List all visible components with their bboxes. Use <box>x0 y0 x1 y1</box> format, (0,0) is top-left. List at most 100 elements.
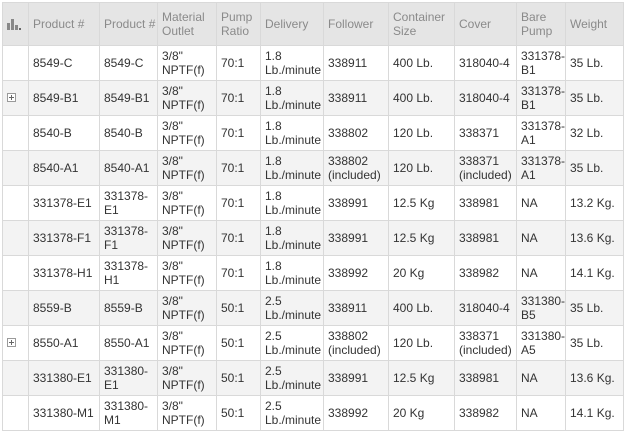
row-control-cell <box>2 395 29 431</box>
cell-cover: 338982 <box>454 395 517 431</box>
expand-plus-icon[interactable] <box>7 338 16 347</box>
table-row[interactable]: 8549-C 8549-C 3/8" NPTF(f) 70:1 1.8 Lb./minu… <box>2 45 624 81</box>
cell-container-size: 120 Lb. <box>388 150 455 186</box>
cell-product-number-2: 8549-B1 <box>99 80 158 116</box>
col-header-product-number-2[interactable]: Product # <box>99 2 158 46</box>
cell-product-number-2: 331378-E1 <box>99 185 158 221</box>
cell-container-size: 12.5 Kg <box>388 360 455 396</box>
cell-delivery: 2.5 Lb./minute <box>260 325 324 361</box>
table-row[interactable]: 331380-M1 331380-M1 3/8" NPTF(f) 50:1 2.5 Lb… <box>2 395 624 431</box>
cell-weight: 35 Lb. <box>565 45 624 81</box>
cell-follower: 338992 <box>323 395 389 431</box>
cell-cover: 338371 (included) <box>454 150 517 186</box>
cell-product-number: 331378-E1 <box>28 185 100 221</box>
cell-material-outlet: 3/8" NPTF(f) <box>157 150 217 186</box>
cell-follower: 338992 <box>323 255 389 291</box>
col-header-material-outlet[interactable]: Material Outlet <box>157 2 217 46</box>
cell-pump-ratio: 70:1 <box>216 185 261 221</box>
cell-material-outlet: 3/8" NPTF(f) <box>157 220 217 256</box>
cell-product-number-2: 331380-E1 <box>99 360 158 396</box>
row-control-cell <box>2 360 29 396</box>
cell-cover: 338371 <box>454 115 517 151</box>
cell-pump-ratio: 70:1 <box>216 80 261 116</box>
cell-delivery: 1.8 Lb./minute <box>260 115 324 151</box>
cell-cover: 318040-4 <box>454 80 517 116</box>
row-control-cell <box>2 185 29 221</box>
cell-container-size: 400 Lb. <box>388 290 455 326</box>
cell-follower: 338802 <box>323 115 389 151</box>
cell-bare-pump: 331378-A1 <box>516 115 566 151</box>
cell-product-number: 331378-H1 <box>28 255 100 291</box>
cell-bare-pump: NA <box>516 185 566 221</box>
col-header-cover[interactable]: Cover <box>454 2 517 46</box>
cell-product-number: 8549-C <box>28 45 100 81</box>
cell-cover: 338981 <box>454 220 517 256</box>
col-header-weight[interactable]: Weight <box>565 2 624 46</box>
cell-product-number: 8540-B <box>28 115 100 151</box>
col-header-container-size[interactable]: Container Size <box>388 2 455 46</box>
col-header-follower[interactable]: Follower <box>323 2 389 46</box>
col-header-delivery[interactable]: Delivery <box>260 2 324 46</box>
cell-pump-ratio: 70:1 <box>216 255 261 291</box>
cell-cover: 318040-4 <box>454 45 517 81</box>
table-row[interactable]: 331378-F1 331378-F1 3/8" NPTF(f) 70:1 1.8 Lb… <box>2 220 624 256</box>
cell-product-number: 8559-B <box>28 290 100 326</box>
cell-cover: 338981 <box>454 360 517 396</box>
cell-pump-ratio: 70:1 <box>216 115 261 151</box>
row-control-cell[interactable] <box>2 80 29 116</box>
table-row[interactable]: 8540-B 8540-B 3/8" NPTF(f) 70:1 1.8 Lb./minu… <box>2 115 624 151</box>
cell-product-number-2: 8559-B <box>99 290 158 326</box>
cell-material-outlet: 3/8" NPTF(f) <box>157 115 217 151</box>
cell-bare-pump: NA <box>516 220 566 256</box>
col-header-product-number[interactable]: Product # <box>28 2 100 46</box>
col-header-pump-ratio[interactable]: Pump Ratio <box>216 2 261 46</box>
row-control-cell <box>2 115 29 151</box>
cell-follower: 338802 (included) <box>323 150 389 186</box>
cell-pump-ratio: 70:1 <box>216 45 261 81</box>
cell-weight: 32 Lb. <box>565 115 624 151</box>
cell-product-number: 8540-A1 <box>28 150 100 186</box>
cell-bare-pump: NA <box>516 255 566 291</box>
column-chooser-icon[interactable] <box>7 19 21 31</box>
expand-plus-icon[interactable] <box>7 93 16 102</box>
cell-follower: 338911 <box>323 80 389 116</box>
cell-pump-ratio: 70:1 <box>216 150 261 186</box>
cell-delivery: 1.8 Lb./minute <box>260 150 324 186</box>
table-row[interactable]: 331378-E1 331378-E1 3/8" NPTF(f) 70:1 1.8 Lb… <box>2 185 624 221</box>
column-chooser-cell[interactable] <box>2 2 29 46</box>
cell-weight: 35 Lb. <box>565 325 624 361</box>
table-row[interactable]: 331378-H1 331378-H1 3/8" NPTF(f) 70:1 1.8 Lb… <box>2 255 624 291</box>
header-row: Product # Product # Material Outlet Pump… <box>2 2 624 46</box>
cell-product-number-2: 8540-A1 <box>99 150 158 186</box>
col-header-bare-pump[interactable]: Bare Pump <box>516 2 566 46</box>
row-control-cell[interactable] <box>2 325 29 361</box>
table-row[interactable]: 8549-B1 8549-B1 3/8" NPTF(f) 70:1 1.8 Lb./mi… <box>2 80 624 116</box>
table-row[interactable]: 8550-A1 8550-A1 3/8" NPTF(f) 50:1 2.5 Lb./mi… <box>2 325 624 361</box>
cell-delivery: 2.5 Lb./minute <box>260 395 324 431</box>
row-control-cell <box>2 255 29 291</box>
cell-material-outlet: 3/8" NPTF(f) <box>157 185 217 221</box>
cell-material-outlet: 3/8" NPTF(f) <box>157 395 217 431</box>
cell-material-outlet: 3/8" NPTF(f) <box>157 325 217 361</box>
cell-weight: 35 Lb. <box>565 290 624 326</box>
cell-product-number: 8550-A1 <box>28 325 100 361</box>
row-control-cell <box>2 220 29 256</box>
cell-material-outlet: 3/8" NPTF(f) <box>157 45 217 81</box>
cell-product-number: 331378-F1 <box>28 220 100 256</box>
cell-material-outlet: 3/8" NPTF(f) <box>157 290 217 326</box>
cell-weight: 35 Lb. <box>565 150 624 186</box>
table-row[interactable]: 8559-B 8559-B 3/8" NPTF(f) 50:1 2.5 Lb./minu… <box>2 290 624 326</box>
product-grid: Product # Product # Material Outlet Pump… <box>2 2 624 431</box>
cell-pump-ratio: 70:1 <box>216 220 261 256</box>
cell-product-number-2: 8540-B <box>99 115 158 151</box>
cell-follower: 338911 <box>323 290 389 326</box>
cell-container-size: 120 Lb. <box>388 115 455 151</box>
cell-bare-pump: NA <box>516 395 566 431</box>
table-row[interactable]: 8540-A1 8540-A1 3/8" NPTF(f) 70:1 1.8 Lb./mi… <box>2 150 624 186</box>
cell-weight: 13.6 Kg. <box>565 220 624 256</box>
cell-follower: 338911 <box>323 45 389 81</box>
cell-product-number-2: 8549-C <box>99 45 158 81</box>
table-row[interactable]: 331380-E1 331380-E1 3/8" NPTF(f) 50:1 2.5 Lb… <box>2 360 624 396</box>
cell-bare-pump: 331378-B1 <box>516 45 566 81</box>
cell-bare-pump: NA <box>516 360 566 396</box>
